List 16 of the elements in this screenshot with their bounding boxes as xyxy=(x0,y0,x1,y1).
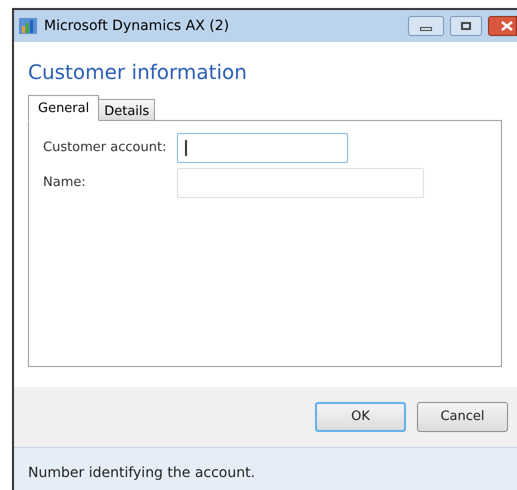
tab[interactable]: General xyxy=(28,95,100,121)
field-label: Name: xyxy=(43,174,87,192)
maximize-button[interactable] xyxy=(450,16,482,36)
field-label: Customer account: xyxy=(43,139,168,158)
tab[interactable]: Details xyxy=(99,99,156,121)
close-button[interactable] xyxy=(488,16,517,36)
form-heading: Customer information xyxy=(28,59,248,86)
input-field[interactable] xyxy=(177,168,424,198)
window-title: Microsoft Dynamics AX (2) xyxy=(44,16,230,36)
dialog-button[interactable]: Cancel xyxy=(417,402,508,432)
app-icon xyxy=(18,17,38,35)
status-text: Number identifying the account. xyxy=(28,465,256,481)
dialog-button[interactable]: OK xyxy=(315,402,406,432)
close-icon xyxy=(501,21,513,31)
input-field[interactable] xyxy=(177,133,348,163)
minimize-button[interactable] xyxy=(408,16,444,36)
